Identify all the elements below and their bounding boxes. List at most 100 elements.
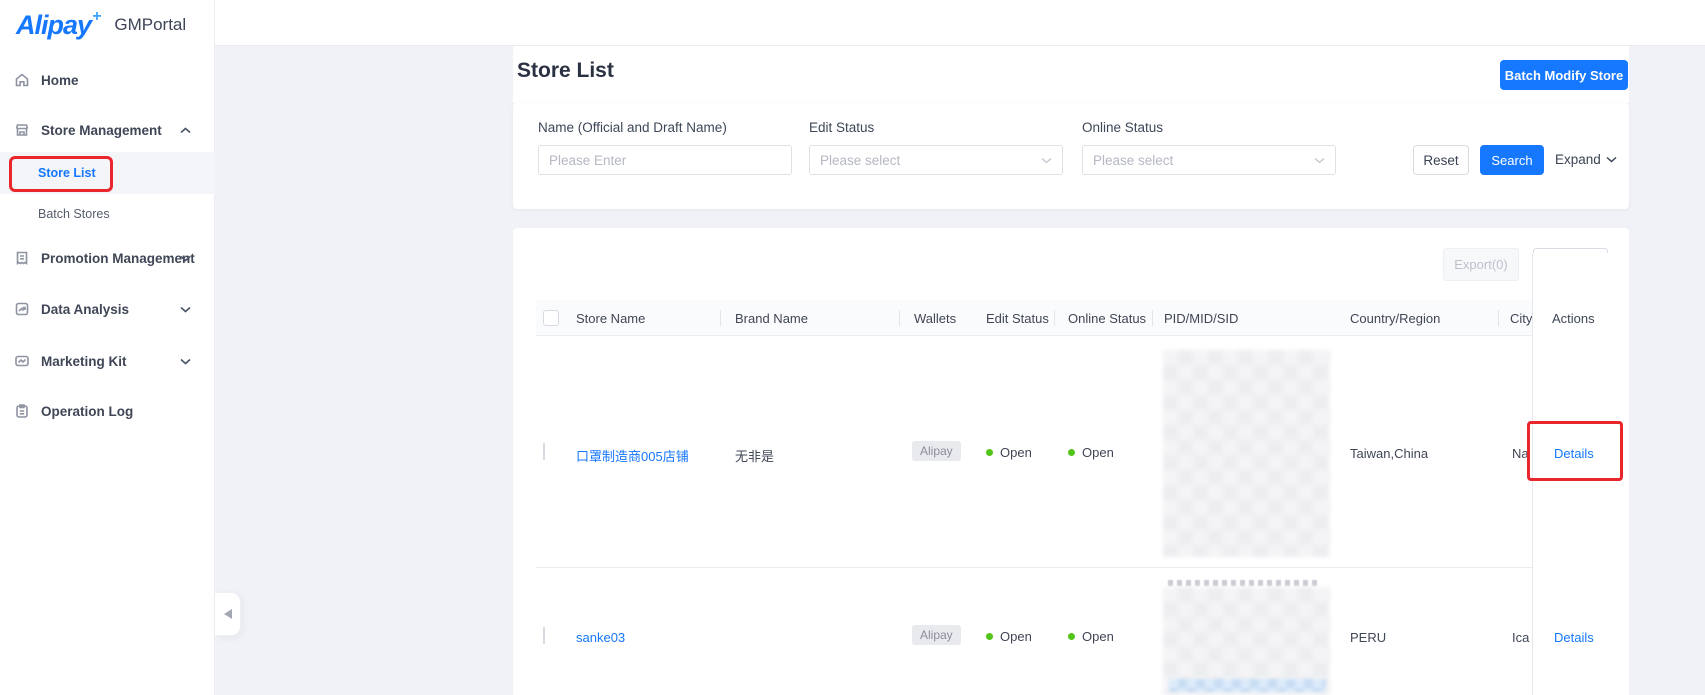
column-store-name: Store Name bbox=[576, 300, 645, 336]
pid-redacted-block bbox=[1163, 350, 1330, 557]
edit-status-cell: Open bbox=[986, 629, 1032, 644]
fixed-actions-column: Actions Details Details bbox=[1532, 253, 1628, 695]
export-selected-button[interactable]: Export(0) bbox=[1443, 248, 1519, 281]
batch-modify-store-button[interactable]: Batch Modify Store bbox=[1500, 60, 1628, 90]
reset-button[interactable]: Reset bbox=[1413, 145, 1469, 175]
column-brand-name: Brand Name bbox=[735, 300, 808, 336]
online-status-filter-label: Online Status bbox=[1082, 120, 1163, 135]
name-filter-input[interactable] bbox=[538, 145, 792, 175]
column-divider bbox=[1498, 310, 1499, 326]
image-icon bbox=[14, 353, 30, 369]
chevron-up-icon bbox=[180, 127, 191, 134]
screen: Alipay+ GMPortal Home Store Management S… bbox=[0, 0, 1705, 695]
status-label: Open bbox=[1000, 629, 1032, 644]
brand-logo: Alipay+ GMPortal bbox=[16, 8, 186, 42]
sidebar-item-label: Store List bbox=[38, 166, 96, 180]
page-title: Store List bbox=[517, 59, 614, 83]
pid-redacted-link-block bbox=[1169, 679, 1326, 692]
chevron-down-icon bbox=[1606, 156, 1617, 163]
online-status-cell: Open bbox=[1068, 445, 1114, 460]
sidebar-item-label: Marketing Kit bbox=[41, 354, 127, 369]
store-name-link[interactable]: sanke03 bbox=[576, 630, 625, 645]
online-status-select[interactable]: Please select bbox=[1082, 145, 1336, 175]
page-header: Store List Batch Modify Store bbox=[513, 46, 1629, 103]
product-name: GMPortal bbox=[114, 15, 186, 35]
city-cell-truncated: Ica bbox=[1512, 630, 1529, 645]
sidebar-item-batch-stores[interactable]: Batch Stores bbox=[0, 201, 215, 227]
status-dot-icon bbox=[1068, 633, 1075, 640]
details-link[interactable]: Details bbox=[1554, 630, 1594, 645]
column-actions: Actions bbox=[1552, 300, 1595, 336]
table-header-row: Store Name Brand Name Wallets Edit Statu… bbox=[536, 300, 1606, 336]
wallet-tag: Alipay bbox=[912, 625, 961, 645]
details-link[interactable]: Details bbox=[1554, 446, 1594, 461]
sidebar-item-label: Data Analysis bbox=[41, 302, 129, 317]
wallet-cell: Alipay bbox=[912, 441, 961, 461]
status-dot-icon bbox=[986, 633, 993, 640]
sidebar-item-label: Home bbox=[41, 73, 79, 88]
column-city: City bbox=[1510, 300, 1532, 336]
row-checkbox[interactable] bbox=[543, 627, 545, 644]
sidebar-item-operation-log[interactable]: Operation Log bbox=[0, 397, 215, 425]
edit-status-select[interactable]: Please select bbox=[809, 145, 1063, 175]
search-button[interactable]: Search bbox=[1480, 145, 1544, 175]
chevron-down-icon bbox=[180, 255, 191, 262]
sidebar-item-home[interactable]: Home bbox=[0, 66, 215, 94]
country-cell: PERU bbox=[1350, 630, 1386, 645]
brand-name-cell: 无非是 bbox=[735, 446, 774, 465]
store-name-link[interactable]: 口罩制造商005店铺 bbox=[576, 446, 689, 465]
sidebar-item-label: Batch Stores bbox=[38, 207, 110, 221]
select-all-checkbox[interactable] bbox=[543, 310, 559, 326]
sidebar-item-label: Operation Log bbox=[41, 404, 133, 419]
status-label: Open bbox=[1082, 629, 1114, 644]
row-divider bbox=[536, 567, 1606, 568]
sidebar-item-marketing-kit[interactable]: Marketing Kit bbox=[0, 347, 215, 375]
row-checkbox-cell bbox=[543, 628, 545, 643]
receipt-icon bbox=[14, 250, 30, 266]
row-checkbox[interactable] bbox=[543, 443, 545, 460]
wallet-cell: Alipay bbox=[912, 625, 961, 645]
column-wallets: Wallets bbox=[914, 300, 956, 336]
column-online-status: Online Status bbox=[1068, 300, 1146, 336]
status-label: Open bbox=[1000, 445, 1032, 460]
column-country-region: Country/Region bbox=[1350, 300, 1440, 336]
country-cell: Taiwan,China bbox=[1350, 446, 1428, 461]
sidebar-item-data-analysis[interactable]: Data Analysis bbox=[0, 295, 215, 323]
store-table-panel: Export(0) Export All Store Name Brand Na… bbox=[513, 228, 1629, 695]
top-bar bbox=[215, 0, 1705, 46]
chart-icon bbox=[14, 301, 30, 317]
sidebar-collapse-handle[interactable] bbox=[215, 592, 241, 636]
sidebar: Alipay+ GMPortal Home Store Management S… bbox=[0, 0, 215, 695]
edit-status-select-placeholder: Please select bbox=[820, 153, 900, 168]
sidebar-item-promotion-management[interactable]: Promotion Management bbox=[0, 244, 215, 272]
clipboard-icon bbox=[14, 403, 30, 419]
chevron-down-icon bbox=[1041, 157, 1052, 164]
expand-label: Expand bbox=[1555, 152, 1601, 167]
status-label: Open bbox=[1082, 445, 1114, 460]
column-edit-status: Edit Status bbox=[986, 300, 1049, 336]
alipay-logo: Alipay bbox=[16, 10, 91, 41]
online-status-select-placeholder: Please select bbox=[1093, 153, 1173, 168]
sidebar-item-store-list[interactable]: Store List bbox=[0, 152, 215, 194]
alipay-logo-plus-icon: + bbox=[92, 8, 101, 26]
sidebar-item-label: Promotion Management bbox=[41, 251, 195, 266]
chevron-down-icon bbox=[1314, 157, 1325, 164]
city-cell-truncated: Na bbox=[1512, 446, 1529, 461]
select-all-checkbox-cell bbox=[543, 300, 559, 336]
online-status-cell: Open bbox=[1068, 629, 1114, 644]
column-divider bbox=[1152, 310, 1153, 326]
pid-clipped-text bbox=[1168, 580, 1320, 586]
status-dot-icon bbox=[1068, 449, 1075, 456]
chevron-down-icon bbox=[180, 358, 191, 365]
expand-toggle[interactable]: Expand bbox=[1555, 152, 1617, 167]
wallet-tag: Alipay bbox=[912, 441, 961, 461]
home-icon bbox=[14, 72, 30, 88]
column-divider bbox=[1054, 310, 1055, 326]
name-filter-label: Name (Official and Draft Name) bbox=[538, 120, 727, 135]
store-icon bbox=[14, 122, 30, 138]
sidebar-item-label: Store Management bbox=[41, 123, 162, 138]
column-divider bbox=[899, 310, 900, 326]
sidebar-item-store-management[interactable]: Store Management bbox=[0, 116, 215, 144]
edit-status-filter-label: Edit Status bbox=[809, 120, 874, 135]
column-pid-mid-sid: PID/MID/SID bbox=[1164, 300, 1238, 336]
